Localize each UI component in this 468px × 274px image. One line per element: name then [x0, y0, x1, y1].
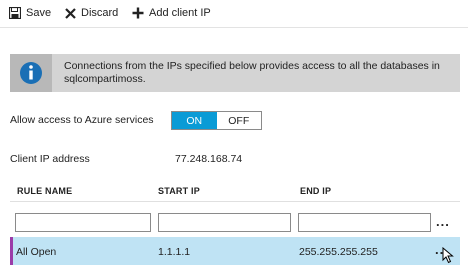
discard-label: Discard: [81, 7, 119, 19]
save-button[interactable]: Save: [9, 5, 51, 21]
new-rule-more-button[interactable]: ...: [436, 214, 450, 229]
discard-button[interactable]: Discard: [65, 5, 118, 21]
add-client-ip-button[interactable]: Add client IP: [132, 5, 211, 21]
save-icon: [9, 7, 21, 19]
table-row[interactable]: All Open 1.1.1.1 255.255.255.255 ...: [10, 237, 460, 265]
mouse-cursor-icon: [442, 247, 454, 264]
end-ip-cell: 255.255.255.255: [299, 246, 378, 258]
toggle-off-option[interactable]: OFF: [216, 112, 261, 129]
client-ip-value: 77.248.168.74: [175, 153, 243, 165]
azure-access-label: Allow access to Azure services: [10, 114, 154, 126]
start-ip-cell: 1.1.1.1: [158, 246, 191, 258]
header-divider: [10, 201, 460, 202]
save-label: Save: [26, 7, 52, 19]
azure-access-toggle[interactable]: ON OFF: [171, 111, 262, 130]
info-icon-container: [10, 54, 52, 92]
command-bar: Save Discard Add client IP: [0, 0, 468, 28]
end-ip-input[interactable]: [298, 213, 431, 232]
start-ip-input[interactable]: [158, 213, 291, 232]
close-icon: [65, 7, 76, 19]
rule-name-cell: All Open: [16, 246, 57, 258]
rule-name-input[interactable]: [15, 213, 151, 232]
info-icon: [20, 62, 42, 84]
info-banner: Connections from the IPs specified below…: [10, 54, 460, 92]
row-selection-marker: [10, 237, 13, 265]
info-text: Connections from the IPs specified below…: [64, 60, 440, 85]
toggle-on-option[interactable]: ON: [172, 112, 217, 129]
column-header-rule-name: RULE NAME: [17, 186, 73, 196]
client-ip-label: Client IP address: [10, 153, 90, 165]
plus-icon: [132, 7, 144, 19]
column-header-end-ip: END IP: [300, 186, 332, 196]
column-header-start-ip: START IP: [158, 186, 200, 196]
add-client-ip-label: Add client IP: [149, 7, 211, 19]
